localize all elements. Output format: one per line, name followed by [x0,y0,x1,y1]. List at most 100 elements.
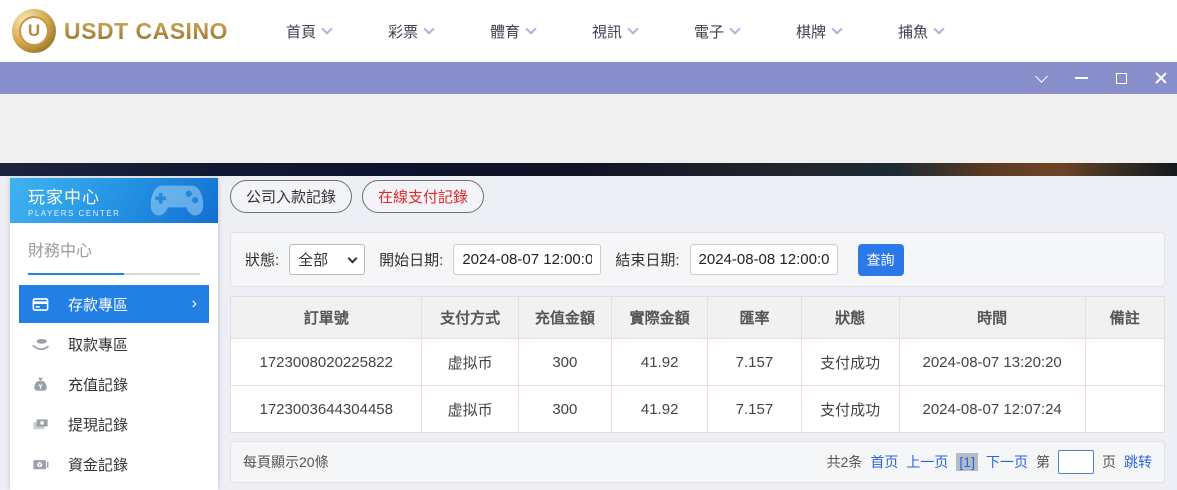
nav-item-5[interactable]: 棋牌 [796,21,841,42]
chevron-down-icon [423,23,434,34]
prev-page-link[interactable]: 上一页 [906,452,948,472]
empty-banner-area [0,94,1177,163]
nav-item-6[interactable]: 捕魚 [898,21,943,42]
cell-1-5: 支付成功 [801,386,899,433]
page-jump-input[interactable] [1058,450,1094,474]
sidebar-item-label: 提現記錄 [68,414,128,435]
column-header-0: 訂單號 [231,297,422,339]
cell-1-4: 7.157 [708,386,801,433]
status-label: 狀態: [245,249,279,270]
maximize-icon[interactable] [1113,70,1129,86]
deposit-card-icon [31,295,50,314]
sidebar-item-label: 存款專區 [68,294,128,315]
search-button[interactable]: 查詢 [858,244,904,276]
record-tabs: 公司入款記錄在線支付記錄 [230,180,1165,213]
start-date-input[interactable] [453,244,601,275]
end-date-label: 結束日期: [615,249,679,270]
nav-item-4[interactable]: 電子 [694,21,739,42]
filter-bar: 狀態: 全部 開始日期: 結束日期: 查詢 [230,232,1165,287]
brand-name: USDT CASINO [64,18,228,45]
nav-item-label: 捕魚 [898,21,928,42]
nav-item-label: 棋牌 [796,21,826,42]
jump-button[interactable]: 跳转 [1124,452,1152,472]
table-header-row: 訂單號支付方式充值金額實際金額匯率狀態時間備註 [231,297,1165,339]
nav-item-label: 首頁 [286,21,316,42]
column-header-3: 實際金額 [612,297,708,339]
nav-item-2[interactable]: 體育 [490,21,535,42]
start-date-label: 開始日期: [379,249,443,270]
sidebar-item-0[interactable]: 存款專區 › [19,285,209,323]
logo-badge-icon: U [12,9,56,53]
cell-1-2: 300 [518,386,611,433]
chevron-down-icon [321,23,332,34]
cell-1-6: 2024-08-07 12:07:24 [899,386,1085,433]
nav-item-label: 彩票 [388,21,418,42]
sidebar-item-label: 取款專區 [68,334,128,355]
cell-1-0: 1723003644304458 [231,386,422,433]
collapse-icon[interactable] [1033,70,1049,86]
page: U USDT CASINO 首頁 彩票 體育 視訊 電子 棋牌 捕魚 玩家中心 PLAYER… [0,0,1177,490]
sidebar-item-3[interactable]: 提現記錄 [19,405,209,443]
pagination-bar: 每頁顯示20條 共2条 首页 上一页 [1] 下一页 第 页 跳转 [230,441,1165,483]
nav-item-1[interactable]: 彩票 [388,21,433,42]
chevron-down-icon [627,23,638,34]
nav-item-label: 體育 [490,21,520,42]
cell-0-0: 1723008020225822 [231,339,422,386]
sidebar-item-label: 充值記錄 [68,374,128,395]
current-page[interactable]: [1] [956,453,978,471]
column-header-6: 時間 [899,297,1085,339]
next-page-link[interactable]: 下一页 [986,452,1028,472]
end-date-input[interactable] [690,244,838,275]
records-table: 訂單號支付方式充值金額實際金額匯率狀態時間備註 1723008020225822… [230,296,1165,433]
tab-1[interactable]: 在線支付記錄 [362,180,484,213]
chevron-right-icon: › [192,296,197,312]
brand-logo[interactable]: U USDT CASINO [12,9,228,53]
maximize-icon [1116,73,1127,84]
minimize-icon [1075,77,1088,79]
status-select[interactable]: 全部 [289,244,365,275]
withdraw-hand-icon [31,335,50,354]
first-page-link[interactable]: 首页 [870,452,898,472]
close-icon[interactable] [1153,70,1169,86]
sidebar-header: 玩家中心 PLAYERS CENTER [10,178,218,223]
tab-0[interactable]: 公司入款記錄 [230,180,352,213]
main-panel: 公司入款記錄在線支付記錄 狀態: 全部 開始日期: 結束日期: 查詢 訂單號支付… [230,180,1165,483]
chevron-down-icon [831,23,842,34]
logo-letter: U [19,16,49,46]
sidebar-section: 財務中心 [10,223,218,275]
content-area: 玩家中心 PLAYERS CENTER 財務中心 存款專區 › 取款專區充值記錄提現… [0,176,1177,490]
nav-item-label: 視訊 [592,21,622,42]
column-header-1: 支付方式 [422,297,518,339]
collapse-icon [1035,70,1048,83]
cell-1-1: 虚拟币 [422,386,518,433]
minimize-icon[interactable] [1073,70,1089,86]
jump-suffix-label: 页 [1102,452,1116,472]
sidebar-section-underline [28,273,200,275]
table-row-1: 1723003644304458虚拟币30041.927.157支付成功2024… [231,386,1165,433]
chevron-down-icon [933,23,944,34]
sidebar-item-1[interactable]: 取款專區 [19,325,209,363]
top-navbar: U USDT CASINO 首頁 彩票 體育 視訊 電子 棋牌 捕魚 [0,0,1177,62]
nav-item-0[interactable]: 首頁 [286,21,331,42]
window-title-bar [0,62,1177,94]
cell-0-4: 7.157 [708,339,801,386]
nav-item-3[interactable]: 視訊 [592,21,637,42]
nav-item-label: 電子 [694,21,724,42]
cell-0-1: 虚拟币 [422,339,518,386]
page-size-text: 每頁顯示20條 [243,452,329,472]
gamepad-icon [148,182,206,218]
cell-0-2: 300 [518,339,611,386]
column-header-2: 充值金額 [518,297,611,339]
chevron-down-icon [729,23,740,34]
table-row-0: 1723008020225822虚拟币30041.927.157支付成功2024… [231,339,1165,386]
sidebar: 玩家中心 PLAYERS CENTER 財務中心 存款專區 › 取款專區充值記錄提現… [10,178,218,490]
chevron-down-icon [348,253,358,263]
sidebar-item-2[interactable]: 充值記錄 [19,365,209,403]
cell-0-7 [1085,339,1164,386]
column-header-7: 備註 [1085,297,1164,339]
close-icon [1155,72,1167,84]
sidebar-item-4[interactable]: 資金記錄 [19,445,209,483]
pager-controls: 共2条 首页 上一页 [1] 下一页 第 页 跳转 [827,450,1152,474]
chevron-down-icon [525,23,536,34]
money-bag-icon [31,375,50,394]
